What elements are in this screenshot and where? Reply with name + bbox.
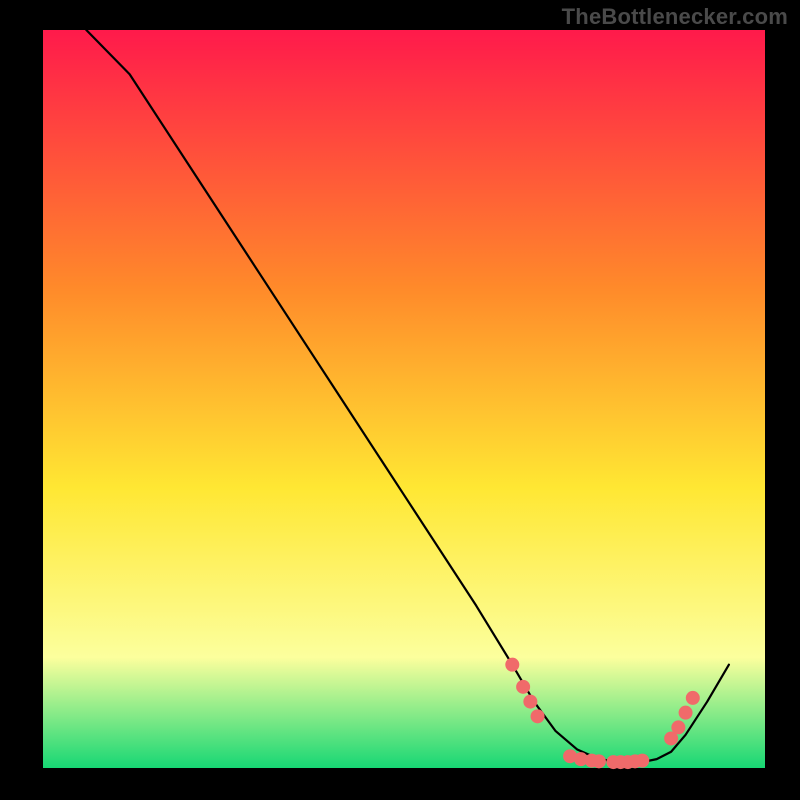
- curve-marker: [635, 754, 649, 768]
- curve-marker: [523, 695, 537, 709]
- chart-canvas: [0, 0, 800, 800]
- curve-marker: [592, 754, 606, 768]
- curve-marker: [686, 691, 700, 705]
- bottleneck-chart: TheBottlenecker.com: [0, 0, 800, 800]
- watermark-text: TheBottlenecker.com: [562, 4, 788, 30]
- curve-marker: [671, 720, 685, 734]
- plot-area-background: [43, 30, 765, 768]
- curve-marker: [505, 658, 519, 672]
- curve-marker: [516, 680, 530, 694]
- curve-marker: [531, 709, 545, 723]
- curve-marker: [679, 706, 693, 720]
